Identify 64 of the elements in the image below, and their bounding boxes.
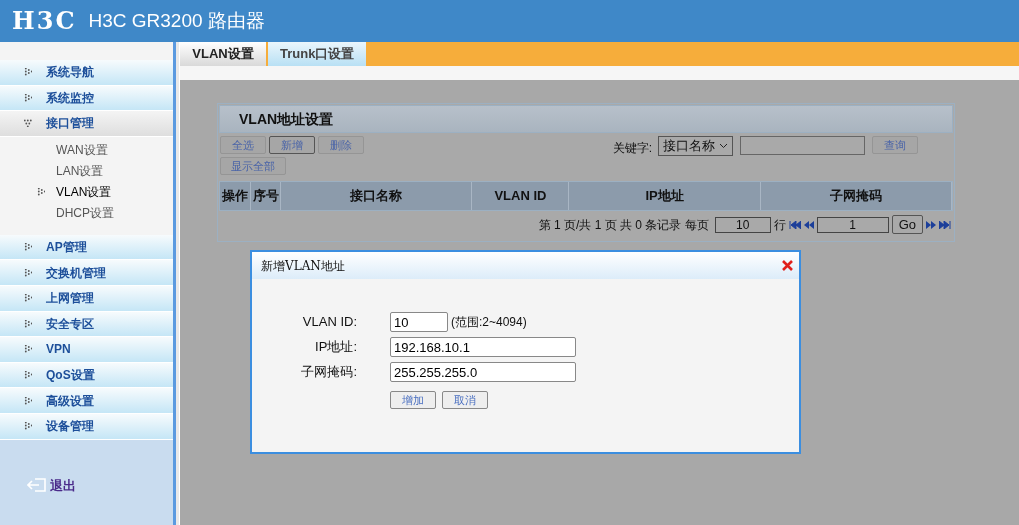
sidebar-subitem[interactable]: DHCP设置 xyxy=(0,202,173,224)
logout-icon xyxy=(27,478,47,493)
sidebar-item[interactable]: 交换机管理 xyxy=(0,260,173,286)
chevron-right-icon xyxy=(24,396,32,405)
sidebar-item[interactable]: 高级设置 xyxy=(0,388,173,414)
dialog-button[interactable]: 取消 xyxy=(442,391,488,409)
field-label: IP地址: xyxy=(314,338,357,357)
tab[interactable]: Trunk口设置 xyxy=(268,42,367,66)
dropdown-caret-icon xyxy=(719,143,728,149)
chevron-right-icon xyxy=(24,319,32,328)
sidebar-subitem[interactable]: WAN设置 xyxy=(0,139,173,161)
chevron-right-icon xyxy=(24,422,32,431)
sidebar-item[interactable]: 安全专区 xyxy=(0,311,173,338)
column-header: 序号 xyxy=(251,182,282,210)
chevron-right-icon xyxy=(24,268,32,277)
pagination-summary: 第 1 页/共 1 页 共 0 条记录 每页 xyxy=(538,216,709,234)
sidebar-item[interactable]: 设备管理 xyxy=(0,413,173,440)
keyword-dropdown[interactable]: 接口名称 xyxy=(658,136,733,156)
chevron-down-icon xyxy=(24,119,32,128)
sidebar-item[interactable]: AP管理 xyxy=(0,234,173,261)
column-header: VLAN ID xyxy=(472,182,570,210)
column-header: 子网掩码 xyxy=(760,182,952,210)
go-button[interactable]: Go xyxy=(891,215,923,234)
chevron-right-icon xyxy=(24,345,32,354)
next-page-icon[interactable] xyxy=(926,220,936,229)
keyword-label: 关键字: xyxy=(612,140,652,157)
input-field[interactable]: 192.168.10.1 xyxy=(390,337,576,357)
range-hint: (范围:2~4094) xyxy=(451,314,527,331)
chevron-right-icon xyxy=(24,294,32,303)
sidebar-item[interactable]: VPN xyxy=(0,337,173,363)
logout-button[interactable]: 退出 xyxy=(27,475,76,496)
dialog-title: 新增VLAN地址 xyxy=(261,257,345,275)
rows-per-page-field[interactable]: 10 xyxy=(714,216,771,233)
close-icon[interactable] xyxy=(782,260,793,271)
chevron-right-icon xyxy=(37,188,45,197)
sidebar-item[interactable]: 上网管理 xyxy=(0,285,173,312)
dialog-button[interactable]: 增加 xyxy=(390,391,436,409)
tab[interactable]: VLAN设置 xyxy=(180,42,268,66)
chevron-right-icon xyxy=(24,371,32,380)
sidebar-subitem[interactable]: LAN设置 xyxy=(0,160,173,182)
column-header: 操作 xyxy=(220,182,252,210)
input-field[interactable]: 255.255.255.0 xyxy=(390,362,576,382)
chevron-right-icon xyxy=(24,243,32,252)
sidebar-item[interactable]: 系统导航 xyxy=(0,60,173,86)
app-title: H3C GR3200 路由器 xyxy=(88,8,265,33)
sidebar-item[interactable]: 接口管理 xyxy=(0,111,173,137)
field-label: VLAN ID: xyxy=(301,313,357,332)
first-page-icon[interactable] xyxy=(788,220,801,229)
sidebar-item[interactable]: 系统监控 xyxy=(0,85,173,112)
chevron-right-icon xyxy=(24,68,32,77)
input-field[interactable]: 10 xyxy=(390,312,448,332)
column-header: IP地址 xyxy=(569,182,761,210)
sidebar-item[interactable]: QoS设置 xyxy=(0,362,173,389)
logo: H3C xyxy=(12,5,77,37)
page-number-field[interactable]: 1 xyxy=(816,216,889,233)
search-field[interactable] xyxy=(740,136,865,155)
rows-label: 行 xyxy=(773,216,786,234)
last-page-icon[interactable] xyxy=(939,220,951,229)
panel-title: VLAN地址设置 xyxy=(239,109,334,129)
sidebar-subitem[interactable]: VLAN设置 xyxy=(0,181,173,203)
previous-page-icon[interactable] xyxy=(803,220,814,229)
chevron-right-icon xyxy=(24,93,32,102)
field-label: 子网掩码: xyxy=(300,363,357,382)
column-header: 接口名称 xyxy=(281,182,473,210)
